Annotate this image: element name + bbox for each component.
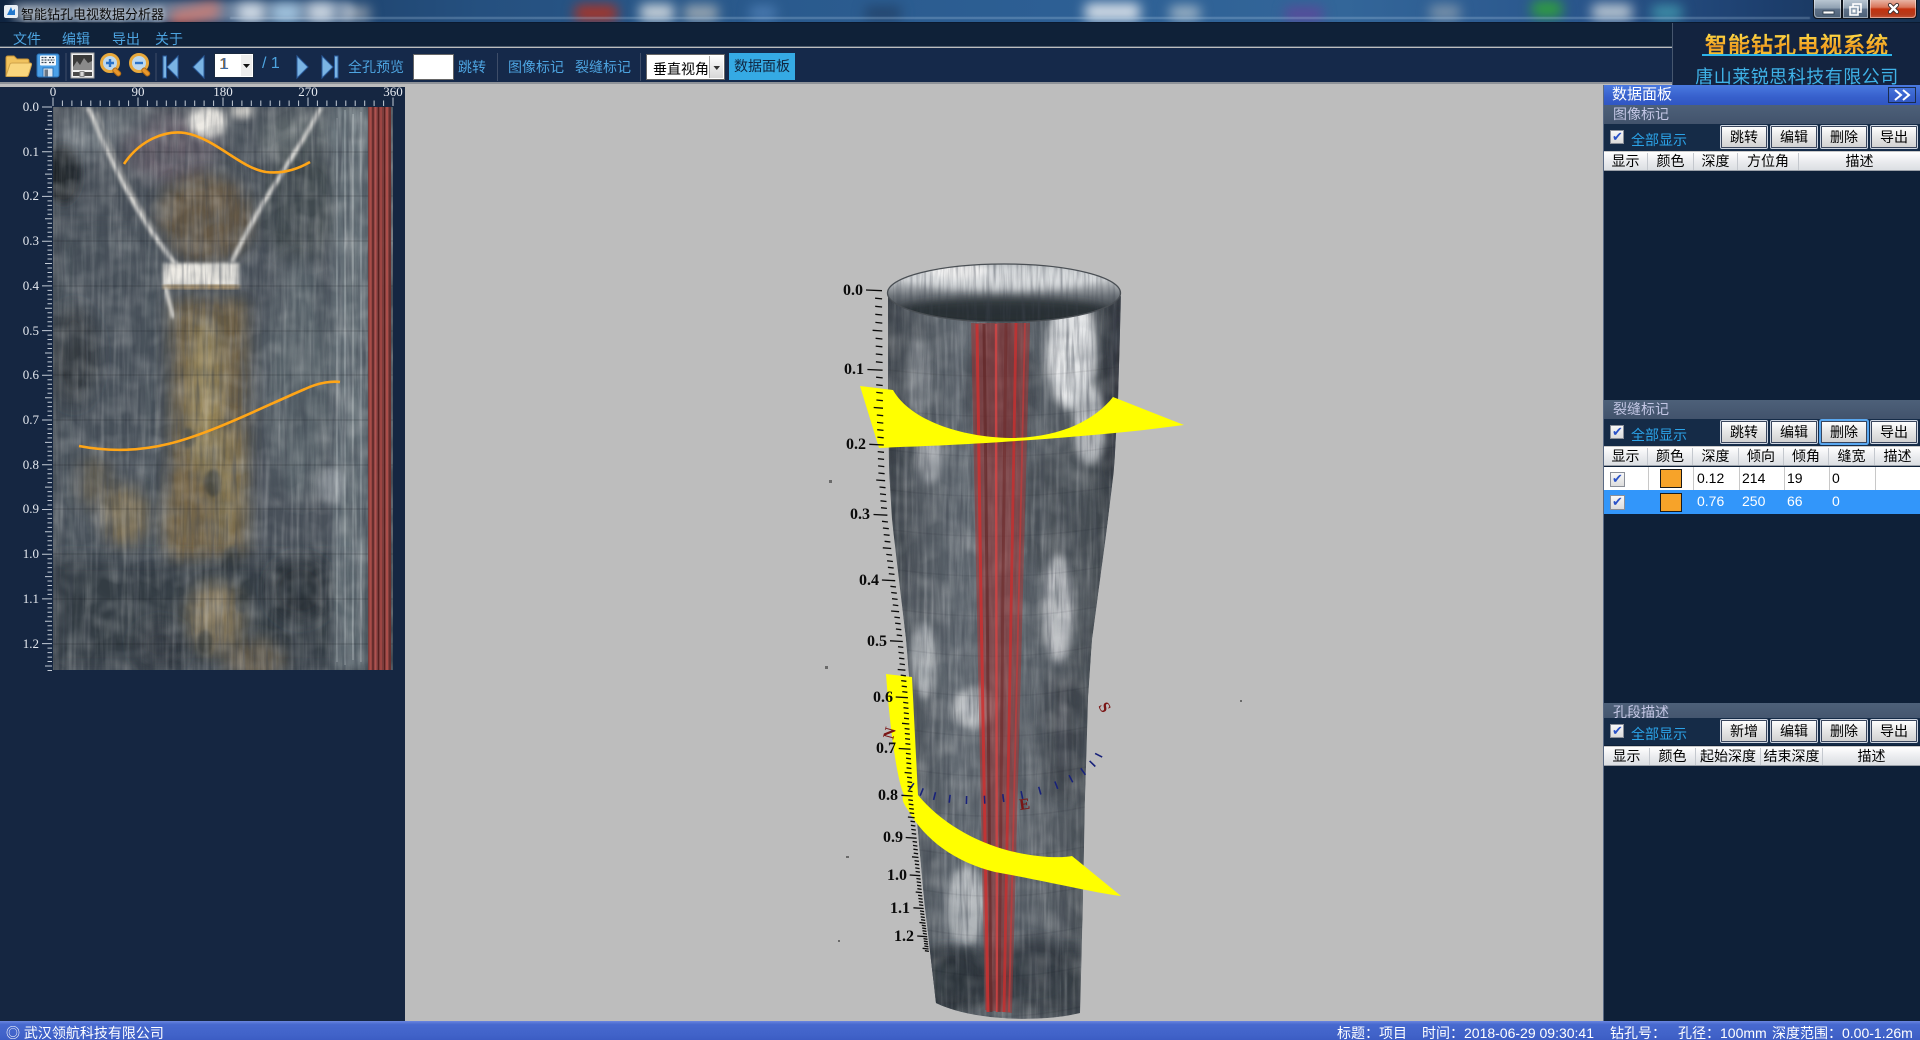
svg-text:0.1: 0.1 (23, 144, 39, 159)
svg-text:0.4: 0.4 (859, 572, 879, 589)
svg-text:0.6: 0.6 (23, 367, 40, 382)
svg-text:1.2: 1.2 (894, 928, 914, 945)
svg-text:90: 90 (132, 87, 145, 99)
svg-text:1.1: 1.1 (890, 900, 910, 917)
svg-text:180: 180 (213, 87, 233, 99)
svg-text:0.7: 0.7 (23, 412, 40, 427)
svg-text:0.8: 0.8 (23, 457, 39, 472)
svg-text:0: 0 (50, 87, 57, 99)
svg-text:1.0: 1.0 (23, 546, 39, 561)
svg-text:0.9: 0.9 (883, 829, 903, 846)
svg-text:0.8: 0.8 (878, 787, 898, 804)
svg-text:0.7: 0.7 (876, 740, 896, 757)
svg-text:0.3: 0.3 (23, 233, 39, 248)
svg-text:1.0: 1.0 (887, 867, 907, 884)
svg-text:1.2: 1.2 (23, 636, 39, 651)
svg-text:0.5: 0.5 (23, 323, 39, 338)
svg-text:270: 270 (298, 87, 318, 99)
svg-text:0.3: 0.3 (850, 506, 870, 523)
svg-text:360: 360 (383, 87, 403, 99)
svg-text:0.0: 0.0 (843, 282, 863, 299)
svg-text:0.0: 0.0 (23, 99, 39, 114)
svg-text:0.4: 0.4 (23, 278, 40, 293)
svg-text:1.1: 1.1 (23, 591, 39, 606)
svg-text:0.2: 0.2 (846, 436, 866, 453)
svg-text:0.5: 0.5 (867, 633, 887, 650)
svg-text:0.1: 0.1 (844, 361, 864, 378)
svg-text:0.9: 0.9 (23, 501, 39, 516)
svg-text:0.6: 0.6 (873, 689, 893, 706)
svg-text:0.2: 0.2 (23, 188, 39, 203)
